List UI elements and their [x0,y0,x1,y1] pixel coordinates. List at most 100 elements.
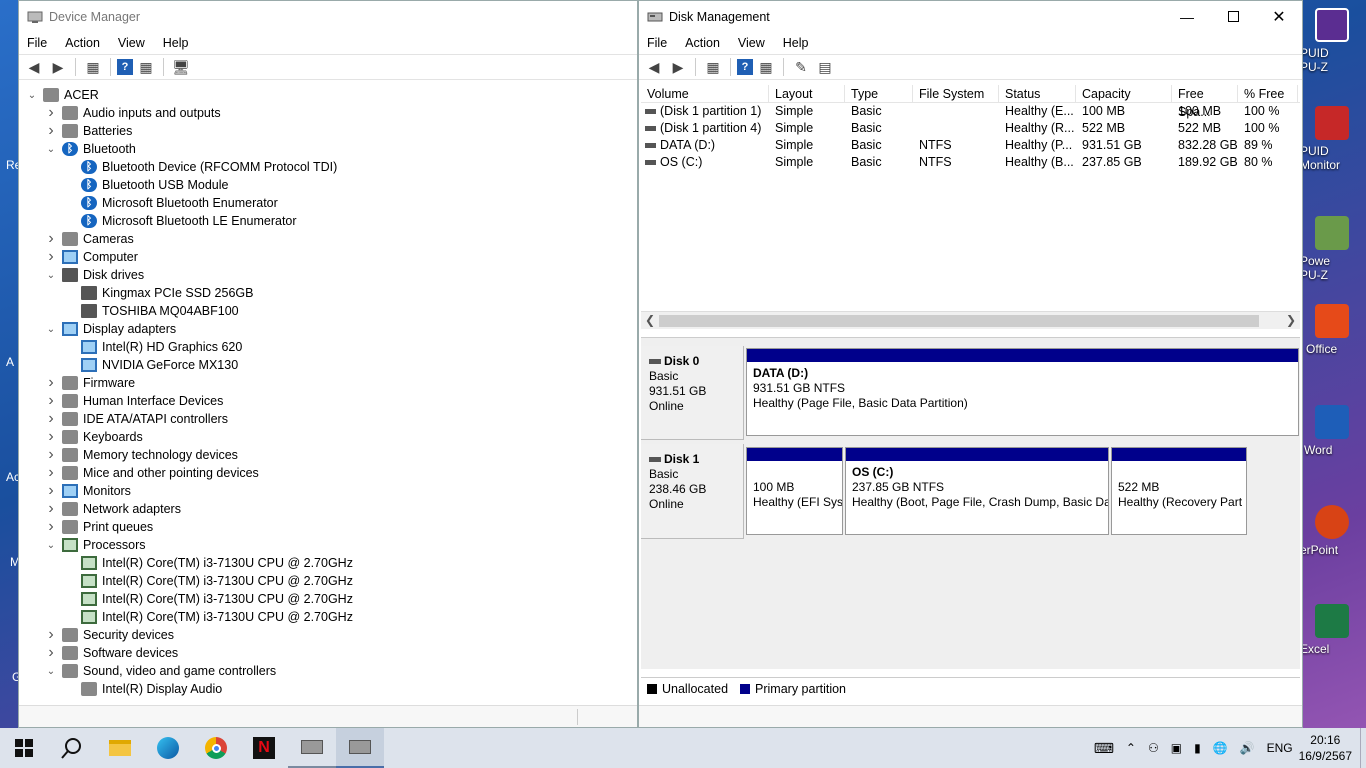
device-item[interactable]: Intel(R) Core(TM) i3-7130U CPU @ 2.70GHz [19,554,637,572]
desktop-icon-excel[interactable]: Excel [1300,604,1364,656]
chevron-right-icon[interactable]: › [44,500,58,518]
chevron-right-icon[interactable]: › [44,482,58,500]
desktop-icon-cpuid-cpuz[interactable]: PUID PU-Z [1300,8,1364,74]
back-arrow-icon[interactable]: ◀ [23,57,45,77]
partition-os-c[interactable]: OS (C:) 237.85 GB NTFS Healthy (Boot, Pa… [845,447,1109,535]
chevron-down-icon[interactable]: ⌄ [44,270,58,281]
device-category[interactable]: ⌄ Disk drives [19,266,637,284]
device-item[interactable]: ᛒ Microsoft Bluetooth Enumerator [19,194,637,212]
scroll-right-icon[interactable]: ❯ [1286,313,1296,327]
device-category[interactable]: › Computer [19,248,637,266]
chevron-right-icon[interactable]: › [44,374,58,392]
device-category[interactable]: › Cameras [19,230,637,248]
partition-efi[interactable]: 100 MB Healthy (EFI Sys [746,447,843,535]
device-category[interactable]: ⌄ Sound, video and game controllers [19,662,637,680]
disk-management-taskbar-button[interactable] [336,728,384,768]
chevron-down-icon[interactable]: ⌄ [25,90,39,101]
chevron-right-icon[interactable]: › [44,410,58,428]
app-tray-icon[interactable]: ⚇ [1148,741,1159,755]
menu-action[interactable]: Action [65,36,100,50]
chevron-right-icon[interactable]: › [44,230,58,248]
desktop-icon-word[interactable]: Word [1300,405,1364,457]
column-header[interactable]: Capacity [1076,85,1172,102]
device-category[interactable]: › Keyboards [19,428,637,446]
device-item[interactable]: Kingmax PCIe SSD 256GB [19,284,637,302]
view-icon[interactable]: ▦ [755,57,777,77]
chevron-down-icon[interactable]: ⌄ [44,324,58,335]
column-header[interactable]: Free Spa... [1172,85,1238,119]
chevron-right-icon[interactable]: › [44,104,58,122]
device-item[interactable]: Intel(R) Display Audio [19,680,637,698]
chevron-down-icon[interactable]: ⌄ [44,666,58,677]
view-icon[interactable]: ▦ [135,57,157,77]
edge-button[interactable] [144,728,192,768]
desktop-icon-cpuid-powermax[interactable]: Powe PU-Z [1300,216,1364,282]
menu-file[interactable]: File [647,36,667,50]
maximize-button[interactable] [1210,1,1256,32]
settings-icon[interactable]: ▤ [814,57,836,77]
chevron-down-icon[interactable]: ⌄ [44,540,58,551]
device-item[interactable]: NVIDIA GeForce MX130 [19,356,637,374]
chevron-right-icon[interactable]: › [44,626,58,644]
language-indicator[interactable]: ENG [1267,741,1293,755]
properties-icon[interactable]: ▦ [82,57,104,77]
device-category[interactable]: › Network adapters [19,500,637,518]
column-header[interactable]: Status [999,85,1076,102]
disk1-label[interactable]: Disk 1 Basic 238.46 GB Online [641,444,744,539]
partition-data-d[interactable]: DATA (D:) 931.51 GB NTFS Healthy (Page F… [746,348,1299,436]
partition-recovery[interactable]: 522 MB Healthy (Recovery Part [1111,447,1247,535]
help-icon[interactable]: ? [117,59,133,75]
chevron-right-icon[interactable]: › [44,464,58,482]
device-category[interactable]: ⌄ Display adapters [19,320,637,338]
desktop-icon-cpuid-hwmonitor[interactable]: PUID Monitor [1300,106,1364,172]
device-category[interactable]: › Print queues [19,518,637,536]
volume-row[interactable]: DATA (D:) Simple Basic NTFS Healthy (P... 931… [641,137,1300,154]
device-category[interactable]: › Memory technology devices [19,446,637,464]
column-header[interactable]: File System [913,85,999,102]
menu-view[interactable]: View [738,36,765,50]
forward-arrow-icon[interactable]: ▶ [667,57,689,77]
volume-row[interactable]: (Disk 1 partition 1) Simple Basic Healthy (… [641,103,1300,120]
device-category[interactable]: ⌄ ᛒ Bluetooth [19,140,637,158]
chevron-right-icon[interactable]: › [44,428,58,446]
show-desktop-button[interactable] [1360,728,1366,768]
netflix-button[interactable]: N [240,728,288,768]
scroll-thumb[interactable] [659,315,1259,327]
desktop-icon-office[interactable]: Office [1300,304,1364,356]
device-item[interactable]: Intel(R) HD Graphics 620 [19,338,637,356]
keyboard-layout-icon[interactable]: ⌨ [1094,740,1114,757]
clock[interactable]: 20:16 16/9/2567 [1299,732,1352,764]
column-header[interactable]: % Free [1238,85,1298,102]
chevron-right-icon[interactable]: › [44,644,58,662]
network-globe-icon[interactable]: 🌐 [1213,741,1228,755]
device-item[interactable]: Intel(R) Core(TM) i3-7130U CPU @ 2.70GHz [19,590,637,608]
volume-row[interactable]: OS (C:) Simple Basic NTFS Healthy (B... 237.8… [641,154,1300,171]
disk0-label[interactable]: Disk 0 Basic 931.51 GB Online [641,346,744,440]
minimize-button[interactable]: — [1164,1,1210,32]
battery-icon[interactable]: ▮ [1194,741,1201,755]
chevron-right-icon[interactable]: › [44,122,58,140]
device-category[interactable]: › Software devices [19,644,637,662]
chevron-right-icon[interactable]: › [44,446,58,464]
scroll-left-icon[interactable]: ❮ [645,313,655,327]
help-icon[interactable]: ? [737,59,753,75]
chevron-right-icon[interactable]: › [44,518,58,536]
menu-action[interactable]: Action [685,36,720,50]
horizontal-scrollbar[interactable]: ❮ ❯ [641,311,1300,329]
device-category[interactable]: › Firmware [19,374,637,392]
connect-icon[interactable]: ✎ [790,57,812,77]
disk-management-titlebar[interactable]: Disk Management — ✕ [639,1,1302,32]
device-category[interactable]: › Monitors [19,482,637,500]
start-button[interactable] [0,728,48,768]
show-hidden-icons-chevron-up-icon[interactable]: ⌃ [1126,741,1136,755]
close-button[interactable]: ✕ [1256,1,1302,32]
device-category[interactable]: › Human Interface Devices [19,392,637,410]
menu-help[interactable]: Help [783,36,809,50]
back-arrow-icon[interactable]: ◀ [643,57,665,77]
forward-arrow-icon[interactable]: ▶ [47,57,69,77]
properties-icon[interactable]: ▦ [702,57,724,77]
device-manager-taskbar-button[interactable] [288,728,336,768]
column-header[interactable]: Volume [641,85,769,102]
chevron-down-icon[interactable]: ⌄ [44,144,58,155]
scan-hardware-icon[interactable]: 🖥 [170,57,192,77]
